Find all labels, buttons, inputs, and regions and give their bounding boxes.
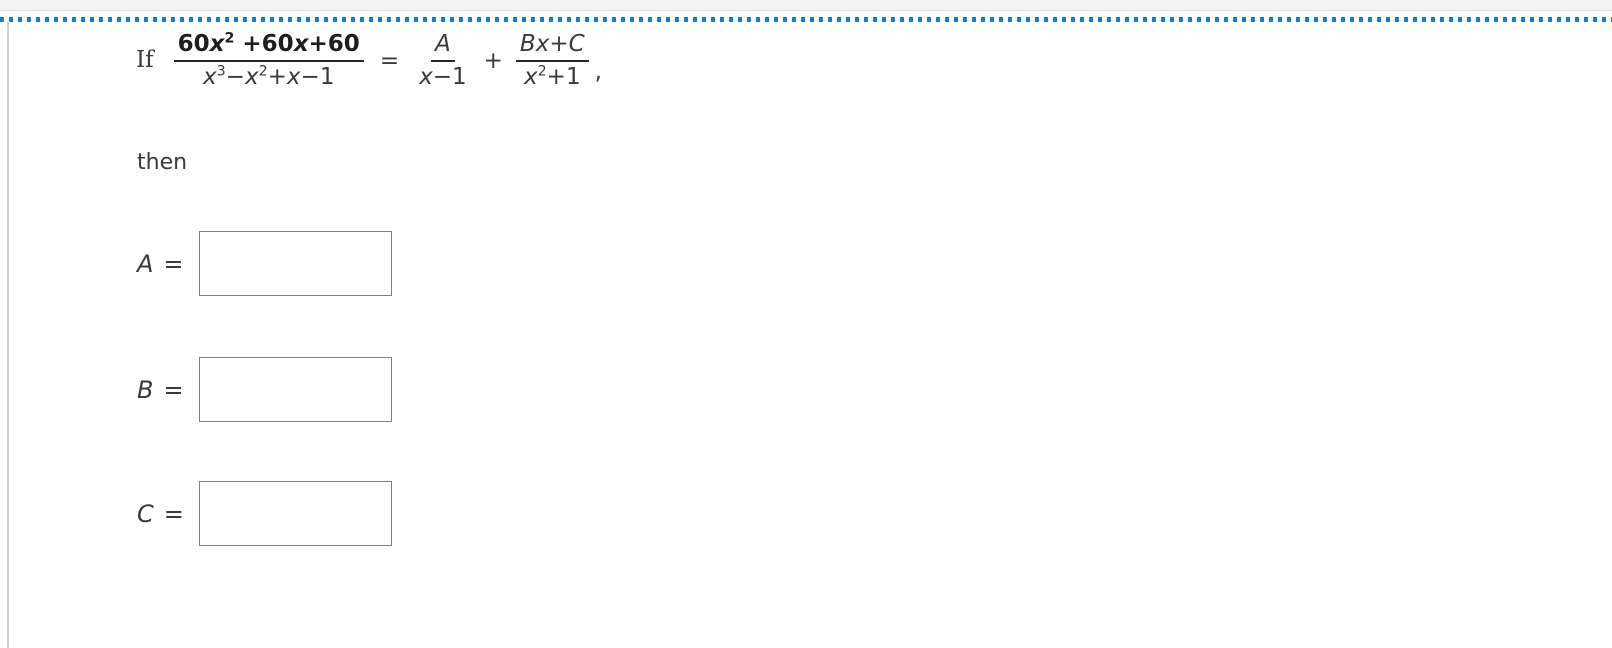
if-keyword: If bbox=[136, 46, 154, 73]
answer-label-a: A = bbox=[137, 252, 199, 276]
equation-statement: If 60x2 +60x+60 x3−x2+x−1 = A x−1 + Bx+C… bbox=[136, 31, 602, 91]
answer-variable-b: B bbox=[137, 375, 154, 404]
answer-input-c[interactable] bbox=[199, 481, 392, 546]
answer-label-c: C = bbox=[137, 502, 199, 526]
first-partial-fraction: A x−1 bbox=[415, 31, 471, 91]
first-term-denominator: x−1 bbox=[419, 63, 467, 90]
answer-input-a[interactable] bbox=[199, 231, 392, 296]
answer-row-b: B = bbox=[137, 357, 392, 422]
lhs-numerator: 60x2 +60x+60 bbox=[173, 31, 364, 62]
answer-variable-a: A bbox=[137, 249, 154, 278]
plus-sign: + bbox=[483, 47, 503, 74]
lhs-denominator: x3−x2+x−1 bbox=[202, 63, 335, 90]
answer-equals-b: = bbox=[163, 375, 184, 404]
answer-label-b: B = bbox=[137, 378, 199, 402]
answer-equals-c: = bbox=[163, 499, 184, 528]
problem-content: If 60x2 +60x+60 x3−x2+x−1 = A x−1 + Bx+C… bbox=[0, 22, 1612, 648]
equals-sign: = bbox=[379, 47, 400, 74]
second-partial-fraction: Bx+C x2+1 bbox=[515, 31, 589, 91]
left-hand-fraction: 60x2 +60x+60 x3−x2+x−1 bbox=[173, 31, 364, 91]
then-keyword: then bbox=[137, 150, 188, 175]
answer-row-a: A = bbox=[137, 231, 392, 296]
trailing-comma: , bbox=[594, 58, 602, 85]
second-term-numerator: Bx+C bbox=[515, 31, 589, 62]
second-term-denominator: x2+1 bbox=[523, 63, 581, 90]
top-gray-band bbox=[0, 0, 1612, 11]
answer-variable-c: C bbox=[137, 499, 154, 528]
answer-row-c: C = bbox=[137, 481, 392, 546]
answer-input-b[interactable] bbox=[199, 357, 392, 422]
answer-equals-a: = bbox=[163, 249, 184, 278]
first-term-numerator: A bbox=[430, 31, 455, 62]
